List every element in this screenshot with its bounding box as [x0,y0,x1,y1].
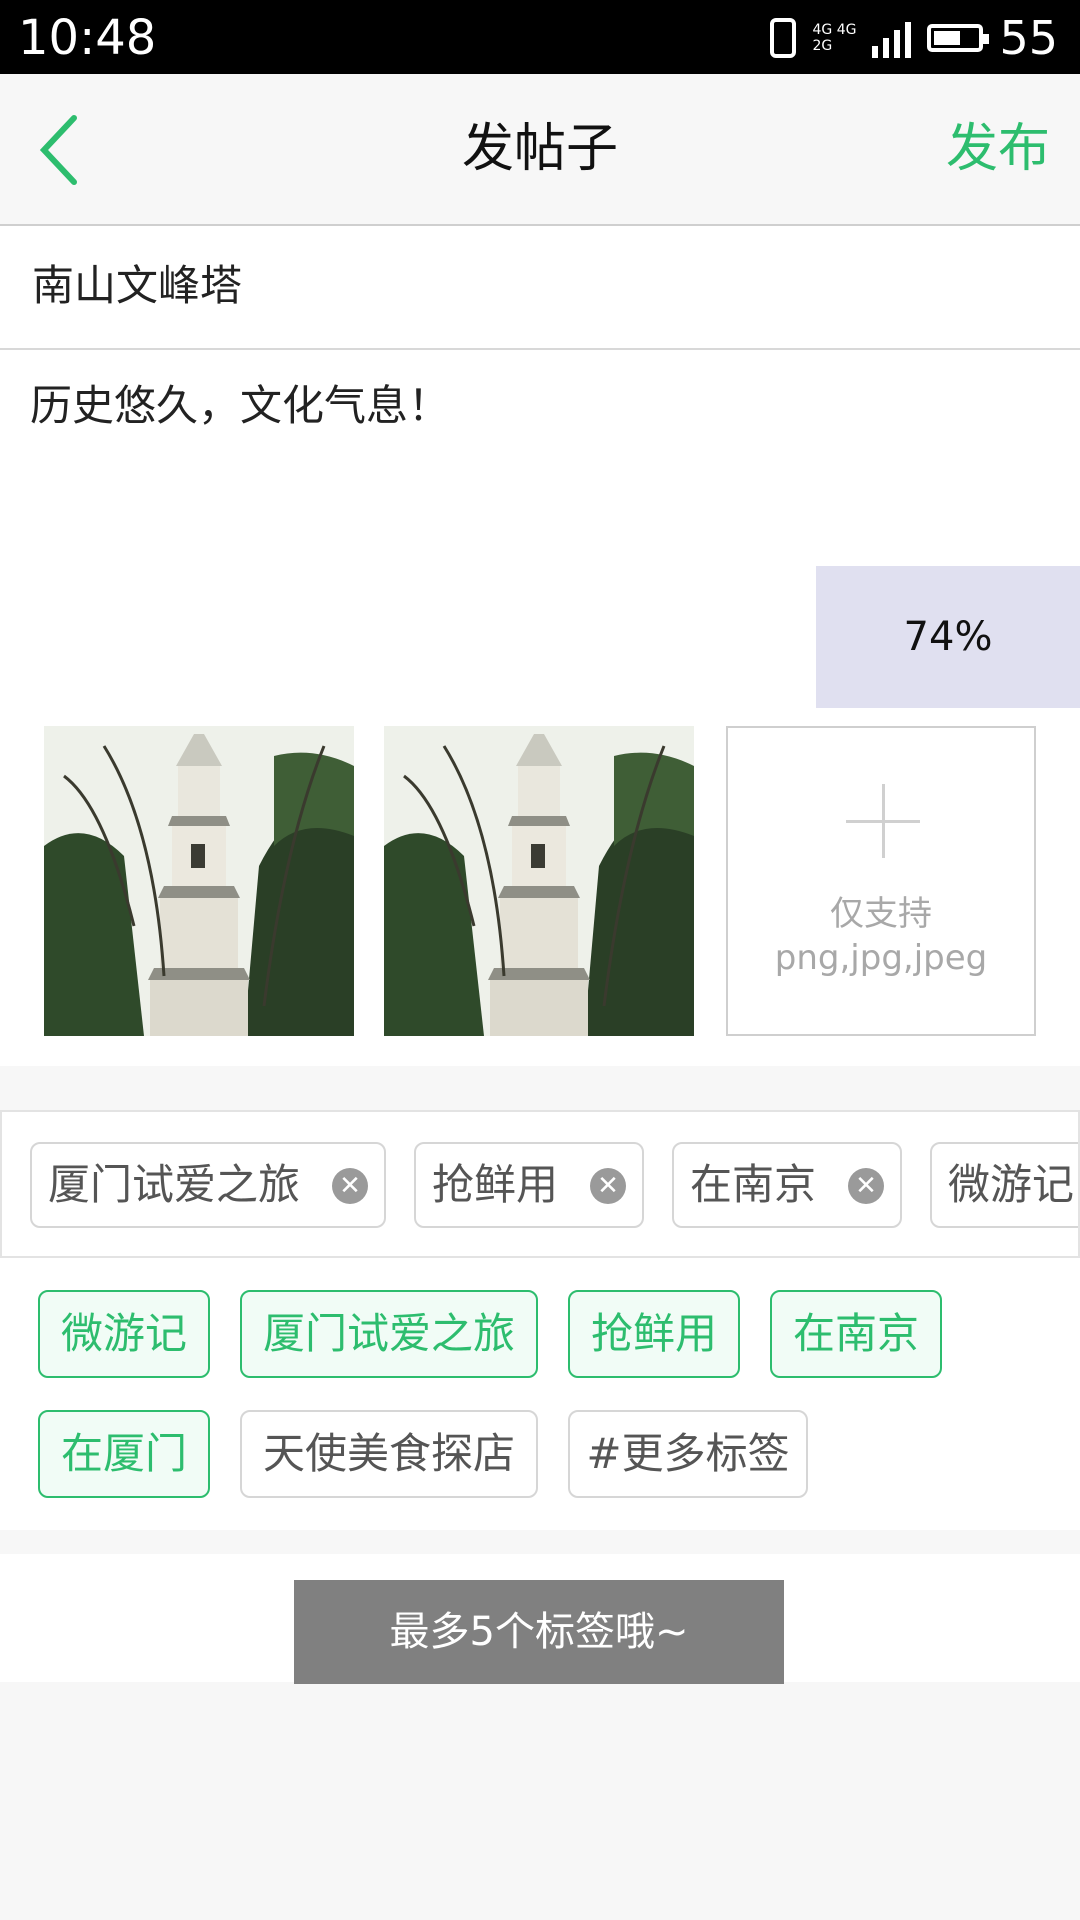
suggested-tag[interactable]: 微游记 [38,1290,210,1378]
publish-button[interactable]: 发布 [946,118,1050,180]
more-tags-button[interactable]: #更多标签 [568,1410,808,1498]
selected-tag-label: 微游记 [948,1160,1075,1209]
suggested-tag[interactable]: 在南京 [770,1290,942,1378]
uploaded-photo-2[interactable] [384,726,694,1036]
selected-tag[interactable]: 在南京 ✕ [672,1142,902,1228]
signal-icon [872,18,912,58]
page-title: 发帖子 [461,119,618,179]
plus-icon-vertical [882,784,885,858]
remove-tag-icon[interactable]: ✕ [848,1168,884,1204]
add-photo-hint: 仅支持 png,jpg,jpeg [728,892,1034,980]
suggested-tag[interactable]: 厦门试爱之旅 [240,1290,538,1378]
selected-tag-label: 厦门试爱之旅 [48,1160,301,1209]
post-title-text: 南山文峰塔 [32,261,243,310]
uploaded-photo-1[interactable] [44,726,354,1036]
remove-tag-icon[interactable]: ✕ [590,1168,626,1204]
upload-progress-text: 74% [903,614,993,660]
network-bottom-label: 2G [812,38,833,54]
add-photo-hint-line2: png,jpg,jpeg [774,938,988,978]
suggested-tag[interactable]: 抢鲜用 [568,1290,740,1378]
pagoda-photo-image [384,726,694,1036]
status-icons: 4G 4G 2G 55 [770,10,1058,66]
toast-message: 最多5个标签哦~ [294,1580,784,1684]
content-area: 历史悠久，文化气息！ 74% 仅支持 png,jpg,jpeg [0,350,1080,1066]
selected-tag-label: 抢鲜用 [432,1160,559,1209]
remove-tag-icon[interactable]: ✕ [332,1168,368,1204]
status-bar: 10:48 4G 4G 2G 55 [0,0,1080,74]
battery-percent: 55 [999,11,1058,65]
suggested-tag[interactable]: 在厦门 [38,1410,210,1498]
header: 发帖子 发布 [0,74,1080,226]
add-photo-hint-line1: 仅支持 [830,894,932,934]
vibrate-icon [770,18,797,58]
title-field[interactable]: 南山文峰塔 [0,226,1080,350]
pagoda-photo-image [44,726,354,1036]
selected-tag[interactable]: 厦门试爱之旅 ✕ [30,1142,386,1228]
suggested-tag[interactable]: 天使美食探店 [240,1410,538,1498]
add-photo-button[interactable]: 仅支持 png,jpg,jpeg [726,726,1036,1036]
selected-tag-label: 在南京 [690,1160,817,1209]
post-body-field[interactable]: 历史悠久，文化气息！ [30,378,450,434]
upload-progress-overlay: 74% [816,566,1080,708]
battery-icon [927,24,990,52]
selected-tags-bar[interactable]: 厦门试爱之旅 ✕ 抢鲜用 ✕ 在南京 ✕ 微游记 [0,1110,1080,1258]
suggested-tags: 微游记 厦门试爱之旅 抢鲜用 在南京 在厦门 天使美食探店 #更多标签 [0,1258,1080,1530]
network-type-icon: 4G 4G 2G [812,22,856,54]
selected-tag[interactable]: 微游记 [930,1142,1078,1228]
network-top-label: 4G 4G [812,22,857,38]
status-time: 10:48 [18,10,157,66]
selected-tag[interactable]: 抢鲜用 ✕ [414,1142,644,1228]
